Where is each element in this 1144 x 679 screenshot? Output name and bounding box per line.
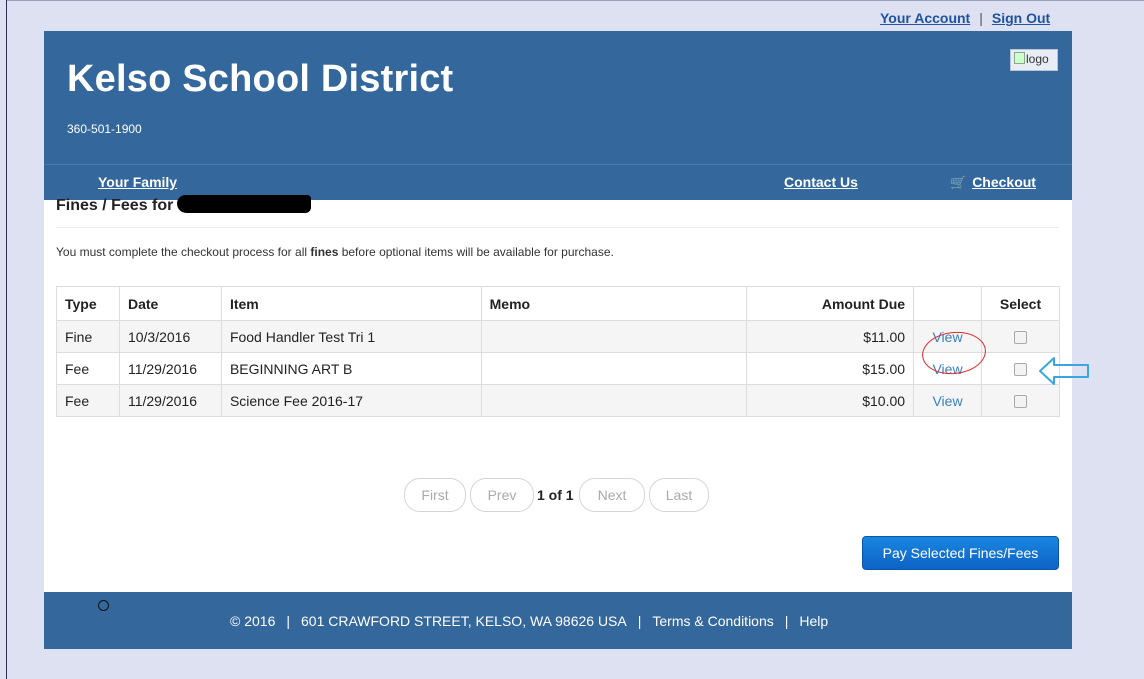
- title-divider: [56, 227, 1058, 228]
- nav-your-family[interactable]: Your Family: [98, 174, 177, 190]
- page-title: Fines / Fees for: [56, 195, 312, 215]
- fees-table: Type Date Item Memo Amount Due Select Fi…: [56, 286, 1060, 417]
- cell-date: 11/29/2016: [118, 384, 222, 417]
- pager-prev-button[interactable]: Prev: [470, 478, 534, 512]
- cell-memo: [480, 320, 748, 353]
- pager-last-button[interactable]: Last: [649, 478, 709, 512]
- logo-alt-text: logo: [1026, 52, 1049, 66]
- cell-item: Science Fee 2016-17: [220, 384, 482, 417]
- cell-amount-due: $10.00: [746, 384, 915, 417]
- pay-selected-button[interactable]: Pay Selected Fines/Fees: [862, 536, 1059, 570]
- footer-separator: |: [286, 613, 290, 629]
- your-account-link[interactable]: Your Account: [880, 10, 970, 26]
- footer-text: © 2016 | 601 CRAWFORD STREET, KELSO, WA 98…: [230, 613, 828, 629]
- checkout-label: Checkout: [972, 174, 1036, 190]
- notice-text-bold: fines: [310, 245, 339, 259]
- cell-item: BEGINNING ART B: [220, 352, 482, 385]
- cell-item: Food Handler Test Tri 1: [220, 320, 482, 353]
- footer-terms-link[interactable]: Terms & Conditions: [652, 613, 773, 629]
- cell-type: Fee: [56, 352, 120, 385]
- footer-copyright: © 2016: [230, 613, 276, 629]
- select-checkbox[interactable]: [1014, 331, 1027, 345]
- pager-page-info: 1 of 1: [537, 487, 574, 503]
- cell-select: [981, 384, 1060, 417]
- page-title-text: Fines / Fees for: [56, 197, 174, 214]
- cell-type: Fine: [56, 320, 120, 353]
- cell-memo: [480, 384, 748, 417]
- sign-out-link[interactable]: Sign Out: [992, 10, 1050, 26]
- annotation-arrow-icon: [1039, 357, 1089, 385]
- top-links: Your Account | Sign Out: [880, 10, 1050, 26]
- top-links-separator: |: [979, 10, 983, 26]
- site-header: Kelso School District 360-501-1900 logo: [44, 31, 1072, 164]
- cell-view: View: [913, 384, 982, 417]
- header-select: Select: [981, 286, 1060, 321]
- table-row: Fine 10/3/2016 Food Handler Test Tri 1 $…: [56, 320, 1060, 353]
- footer-separator: |: [784, 613, 789, 629]
- cell-amount-due: $11.00: [746, 320, 915, 353]
- site-footer: © 2016 | 601 CRAWFORD STREET, KELSO, WA 98…: [44, 592, 1072, 649]
- site-title: Kelso School District: [67, 58, 454, 100]
- cell-memo: [480, 352, 748, 385]
- frame-border: [6, 0, 7, 679]
- footer-help-link[interactable]: Help: [799, 613, 828, 629]
- frame-border-top: [6, 0, 1144, 1]
- header-memo: Memo: [480, 286, 748, 321]
- checkout-notice: You must complete the checkout process f…: [56, 245, 614, 259]
- cursor-marker: [98, 600, 109, 611]
- table-header-row: Type Date Item Memo Amount Due Select: [56, 286, 1060, 321]
- notice-text-start: You must complete the checkout process f…: [56, 245, 311, 259]
- pager-next-button[interactable]: Next: [579, 478, 645, 512]
- nav-checkout[interactable]: 🛒 Checkout: [950, 174, 1036, 191]
- cell-date: 11/29/2016: [118, 352, 222, 385]
- nav-contact-us[interactable]: Contact Us: [784, 174, 858, 190]
- redacted-student-name: [177, 195, 312, 213]
- cart-icon: 🛒: [950, 175, 967, 190]
- district-phone: 360-501-1900: [67, 122, 142, 136]
- select-checkbox[interactable]: [1014, 395, 1027, 409]
- cell-select: [981, 320, 1060, 353]
- header-item: Item: [220, 286, 482, 321]
- table-row: Fee 11/29/2016 Science Fee 2016-17 $10.0…: [56, 384, 1060, 417]
- pager-first-button[interactable]: First: [404, 478, 466, 512]
- cell-amount-due: $15.00: [746, 352, 915, 385]
- header-view: [913, 286, 982, 321]
- cell-date: 10/3/2016: [118, 320, 222, 353]
- header-date: Date: [118, 286, 222, 321]
- broken-image-icon: [1014, 52, 1025, 64]
- header-amount-due: Amount Due: [746, 286, 915, 321]
- logo-image: logo: [1010, 49, 1058, 71]
- select-checkbox[interactable]: [1014, 363, 1027, 377]
- footer-separator: |: [637, 613, 642, 629]
- table-row: Fee 11/29/2016 BEGINNING ART B $15.00 Vi…: [56, 352, 1060, 385]
- cell-type: Fee: [56, 384, 120, 417]
- notice-text-end: before optional items will be available …: [338, 245, 614, 259]
- view-link[interactable]: View: [932, 393, 962, 409]
- footer-address: 601 CRAWFORD STREET, KELSO, WA 98626 USA: [301, 613, 627, 629]
- header-type: Type: [56, 286, 120, 321]
